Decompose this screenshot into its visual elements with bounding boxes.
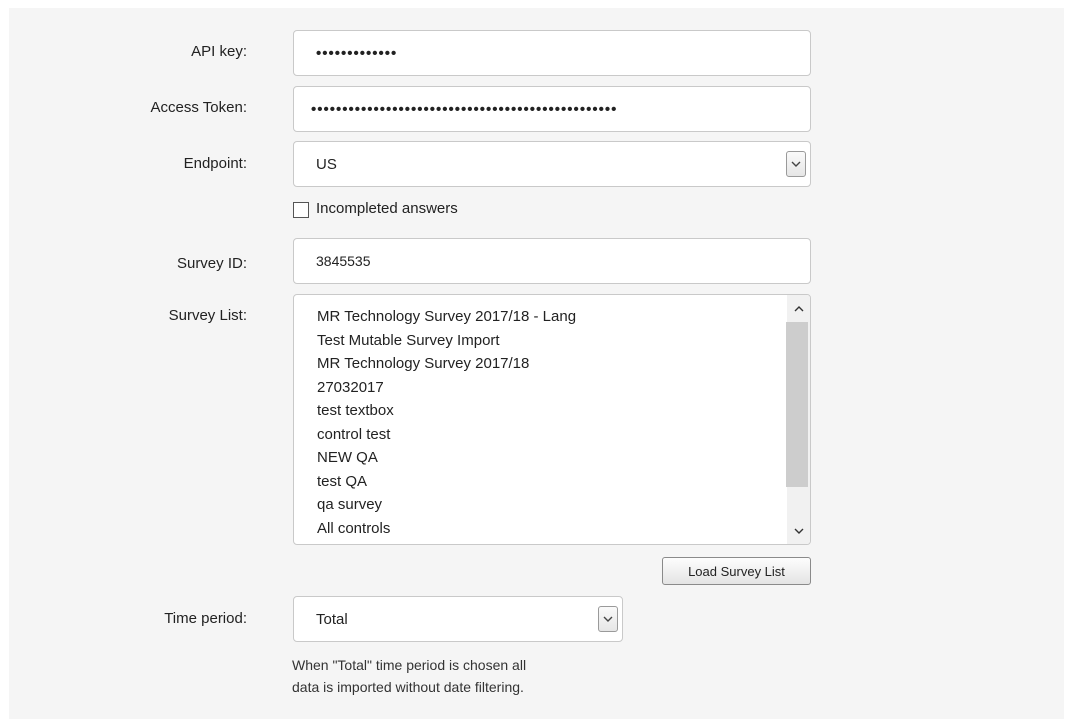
survey-id-label: Survey ID: [176, 255, 247, 272]
list-item[interactable]: Test Mutable Survey Import [317, 329, 576, 353]
survey-list-label: Survey List: [168, 307, 247, 324]
time-period-value: Total [316, 610, 348, 628]
incompleted-answers-label: Incompleted answers [316, 200, 458, 217]
scroll-down-icon[interactable] [787, 521, 810, 541]
api-key-input[interactable]: ••••••••••••• [293, 30, 811, 76]
scroll-thumb[interactable] [786, 322, 808, 487]
endpoint-label: Endpoint: [183, 155, 247, 172]
access-token-value: ••••••••••••••••••••••••••••••••••••••••… [311, 100, 618, 118]
list-item[interactable]: 27032017 [317, 376, 576, 400]
scroll-up-icon[interactable] [787, 299, 810, 319]
time-period-help: When "Total" time period is chosen all d… [292, 654, 526, 698]
time-period-label: Time period: [164, 610, 247, 627]
incompleted-answers-checkbox[interactable] [293, 202, 309, 218]
access-token-label: Access Token: [150, 99, 247, 116]
help-line-2: data is imported without date filtering. [292, 679, 524, 695]
list-item[interactable]: NEW QA [317, 446, 576, 470]
time-period-select[interactable]: Total [293, 596, 623, 642]
chevron-down-icon[interactable] [786, 151, 806, 177]
endpoint-select[interactable]: US [293, 141, 811, 187]
list-item[interactable]: qa survey [317, 493, 576, 517]
survey-id-value: 3845535 [316, 253, 371, 269]
list-item[interactable]: MR Technology Survey 2017/18 [317, 352, 576, 376]
access-token-input[interactable]: ••••••••••••••••••••••••••••••••••••••••… [293, 86, 811, 132]
list-item[interactable]: MR Technology Survey 2017/18 - Lang [317, 305, 576, 329]
load-survey-list-button[interactable]: Load Survey List [662, 557, 811, 585]
api-key-label: API key: [191, 43, 247, 60]
list-item[interactable]: test QA [317, 470, 576, 494]
endpoint-value: US [316, 155, 337, 173]
help-line-1: When "Total" time period is chosen all [292, 657, 527, 673]
list-item[interactable]: test textbox [317, 399, 576, 423]
survey-id-input[interactable]: 3845535 [293, 238, 811, 284]
survey-list-items: MR Technology Survey 2017/18 - Lang Test… [317, 305, 576, 544]
list-item[interactable]: test [317, 540, 576, 544]
survey-list-box[interactable]: MR Technology Survey 2017/18 - Lang Test… [293, 294, 811, 545]
list-item[interactable]: control test [317, 423, 576, 447]
chevron-down-icon[interactable] [598, 606, 618, 632]
survey-list-scrollbar[interactable] [786, 295, 810, 544]
api-key-value: ••••••••••••• [316, 44, 398, 62]
list-item[interactable]: All controls [317, 517, 576, 541]
